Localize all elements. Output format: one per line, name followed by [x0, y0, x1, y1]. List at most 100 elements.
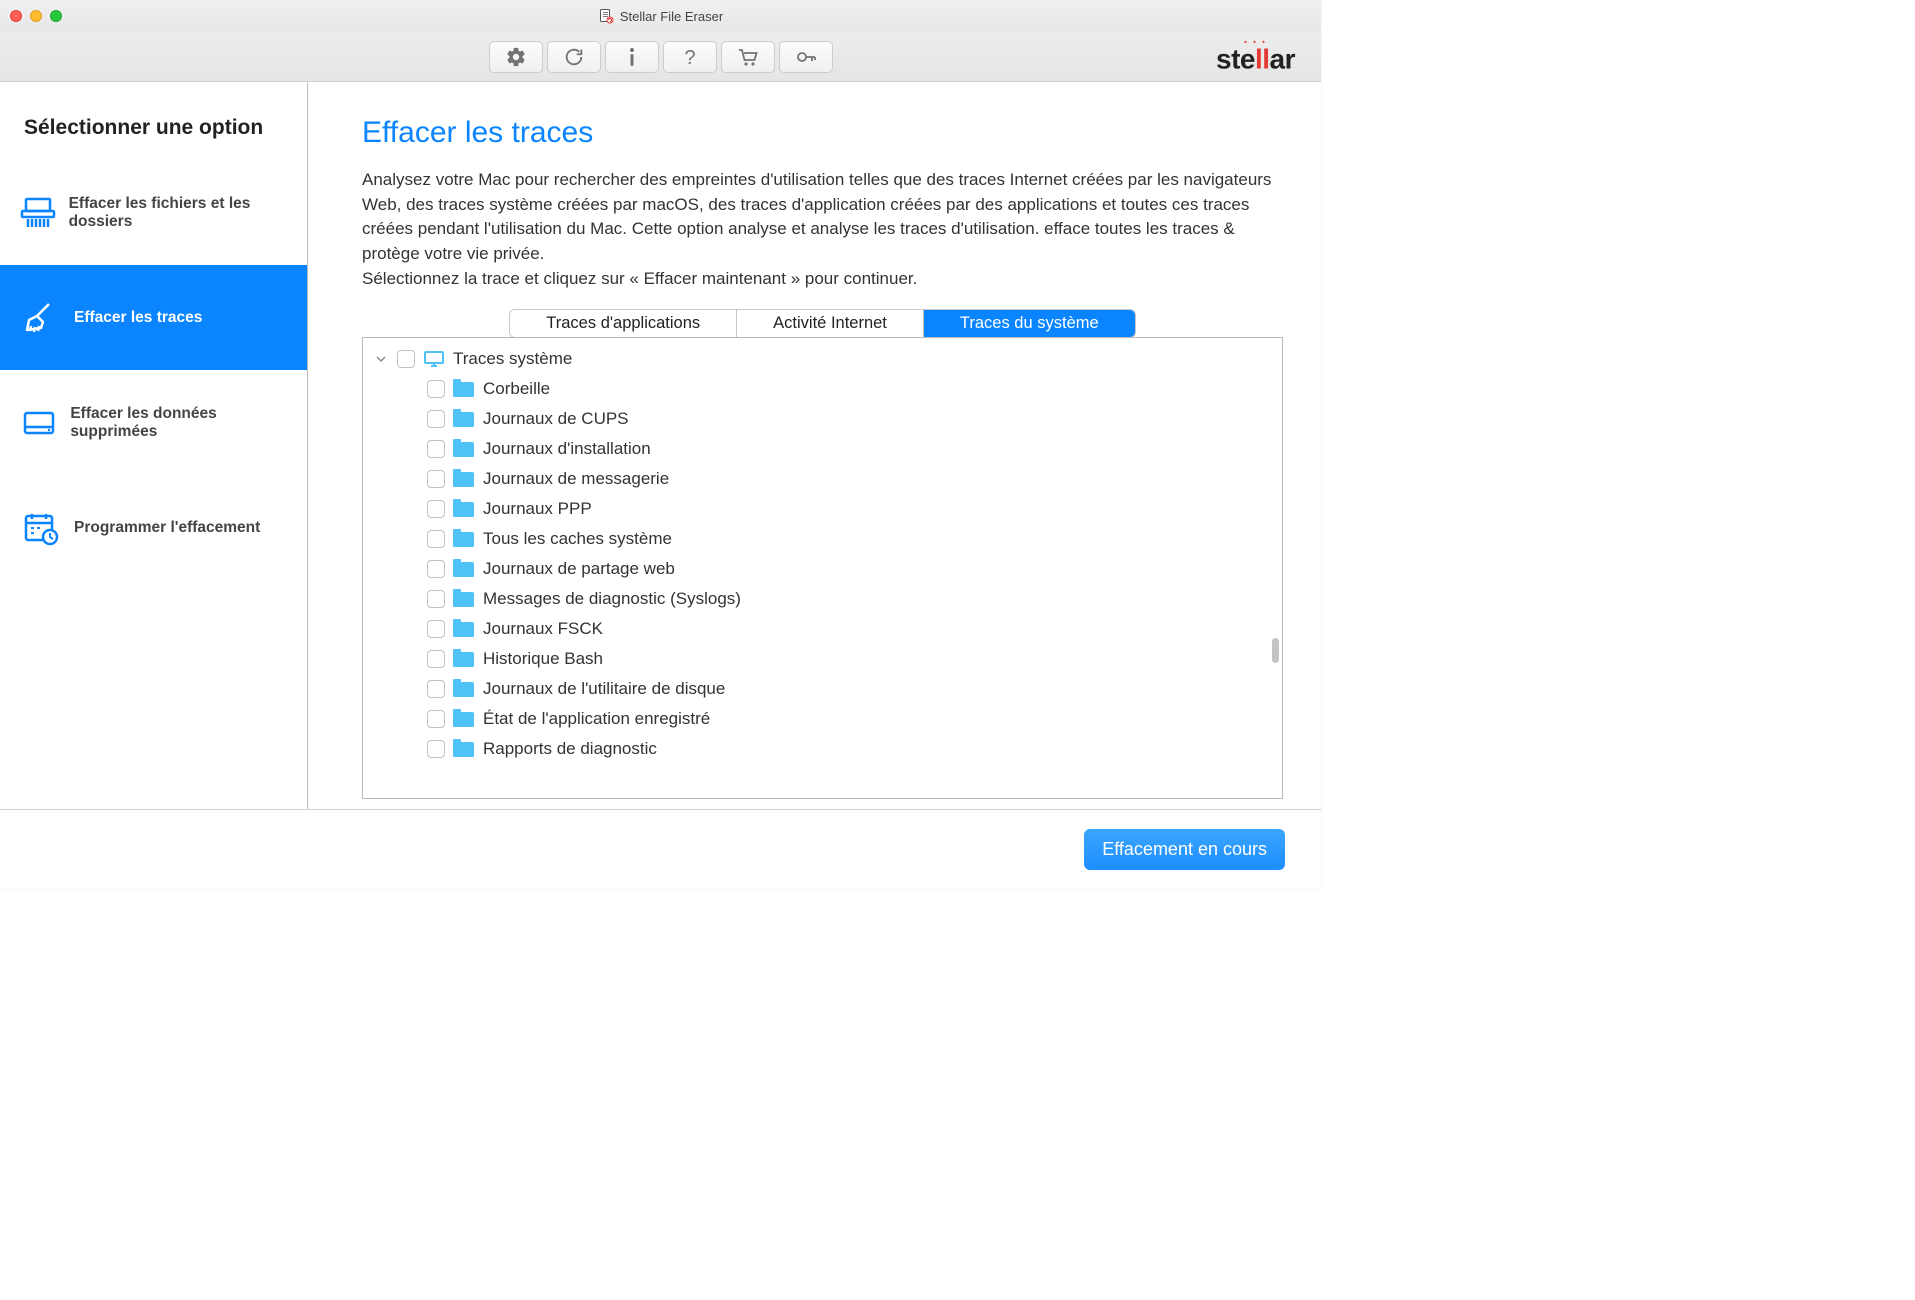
folder-icon: [453, 470, 475, 488]
checkbox[interactable]: [427, 650, 445, 668]
page-description: Analysez votre Mac pour rechercher des e…: [362, 168, 1282, 291]
tree-root-row[interactable]: Traces système: [363, 344, 1282, 374]
refresh-icon: [563, 46, 585, 68]
folder-icon: [453, 410, 475, 428]
sidebar-item-label: Effacer les données supprimées: [70, 405, 289, 441]
folder-icon: [453, 560, 475, 578]
tree-item-label: Journaux PPP: [483, 499, 592, 519]
footer: Effacement en cours: [0, 809, 1321, 889]
checkbox[interactable]: [427, 530, 445, 548]
folder-icon: [453, 620, 475, 638]
tree-item-label: Historique Bash: [483, 649, 603, 669]
key-icon: [794, 46, 818, 68]
sidebar: Sélectionner une option Effacer les fich…: [0, 82, 308, 809]
tree-item-label: Journaux d'installation: [483, 439, 651, 459]
folder-icon: [453, 650, 475, 668]
cart-button[interactable]: [721, 41, 775, 73]
page-title: Effacer les traces: [362, 116, 1283, 150]
checkbox[interactable]: [427, 440, 445, 458]
window-title-text: Stellar File Eraser: [620, 9, 723, 24]
tree-item[interactable]: Journaux de CUPS: [363, 404, 1282, 434]
tree-item[interactable]: Tous les caches système: [363, 524, 1282, 554]
tree-item[interactable]: Journaux de partage web: [363, 554, 1282, 584]
shredder-icon: [18, 195, 59, 231]
sidebar-item-label: Effacer les traces: [74, 309, 202, 327]
tabs: Traces d'applications Activité Internet …: [362, 309, 1283, 338]
tab-internet-activity[interactable]: Activité Internet: [737, 310, 924, 337]
tree-item[interactable]: Journaux d'installation: [363, 434, 1282, 464]
tree-item-label: Journaux de partage web: [483, 559, 675, 579]
activation-button[interactable]: [779, 41, 833, 73]
sidebar-item-label: Effacer les fichiers et les dossiers: [69, 195, 289, 231]
tree-item-label: Rapports de diagnostic: [483, 739, 657, 759]
checkbox[interactable]: [427, 680, 445, 698]
checkbox[interactable]: [427, 500, 445, 518]
tree-item[interactable]: Journaux PPP: [363, 494, 1282, 524]
tree-item-label: Corbeille: [483, 379, 550, 399]
tree-item-label: Journaux de l'utilitaire de disque: [483, 679, 725, 699]
erase-now-button[interactable]: Effacement en cours: [1084, 829, 1285, 870]
checkbox[interactable]: [427, 560, 445, 578]
tree-item[interactable]: Corbeille: [363, 374, 1282, 404]
tree-item[interactable]: Journaux de l'utilitaire de disque: [363, 674, 1282, 704]
scrollbar-thumb[interactable]: [1272, 638, 1279, 663]
tree-item[interactable]: Historique Bash: [363, 644, 1282, 674]
tree-item[interactable]: État de l'application enregistré: [363, 704, 1282, 734]
checkbox[interactable]: [397, 350, 415, 368]
folder-icon: [453, 680, 475, 698]
tree-item[interactable]: Journaux de messagerie: [363, 464, 1282, 494]
info-button[interactable]: [605, 41, 659, 73]
folder-icon: [453, 740, 475, 758]
tree-item-label: Journaux de messagerie: [483, 469, 669, 489]
svg-text:?: ?: [684, 47, 695, 68]
folder-icon: [453, 590, 475, 608]
folder-icon: [453, 710, 475, 728]
refresh-button[interactable]: [547, 41, 601, 73]
page-desc-line2: Sélectionnez la trace et cliquez sur « E…: [362, 269, 917, 288]
sidebar-item-erase-deleted[interactable]: Effacer les données supprimées: [0, 370, 307, 475]
calendar-clock-icon: [18, 510, 64, 546]
tree-item-label: État de l'application enregistré: [483, 709, 710, 729]
checkbox[interactable]: [427, 380, 445, 398]
monitor-icon: [423, 350, 445, 368]
folder-icon: [453, 380, 475, 398]
tree-root-label: Traces système: [453, 349, 572, 369]
folder-icon: [453, 530, 475, 548]
tab-application-traces[interactable]: Traces d'applications: [510, 310, 737, 337]
title-bar: Stellar File Eraser: [0, 0, 1321, 32]
tab-system-traces[interactable]: Traces du système: [924, 310, 1135, 337]
tree-item[interactable]: Rapports de diagnostic: [363, 734, 1282, 764]
app-doc-icon: [598, 8, 614, 24]
toolbar: ? • • • stellar: [0, 32, 1321, 82]
folder-icon: [453, 500, 475, 518]
broom-icon: [18, 300, 64, 336]
checkbox[interactable]: [427, 710, 445, 728]
app-window: Stellar File Eraser ? • • • stellar Séle…: [0, 0, 1321, 889]
sidebar-item-schedule[interactable]: Programmer l'effacement: [0, 475, 307, 580]
checkbox[interactable]: [427, 590, 445, 608]
traces-tree[interactable]: Traces système Corbeille Journaux de CUPS…: [362, 337, 1283, 799]
tree-item[interactable]: Journaux FSCK: [363, 614, 1282, 644]
main-content: Effacer les traces Analysez votre Mac po…: [308, 82, 1321, 809]
gear-icon: [505, 46, 527, 68]
checkbox[interactable]: [427, 470, 445, 488]
page-desc-line1: Analysez votre Mac pour rechercher des e…: [362, 170, 1271, 263]
sidebar-item-erase-files[interactable]: Effacer les fichiers et les dossiers: [0, 160, 307, 265]
tree-item-label: Journaux FSCK: [483, 619, 603, 639]
tree-item[interactable]: Messages de diagnostic (Syslogs): [363, 584, 1282, 614]
checkbox[interactable]: [427, 620, 445, 638]
window-title: Stellar File Eraser: [0, 8, 1321, 24]
cart-icon: [736, 46, 760, 68]
help-button[interactable]: ?: [663, 41, 717, 73]
sidebar-title: Sélectionner une option: [0, 116, 307, 160]
checkbox[interactable]: [427, 740, 445, 758]
folder-icon: [453, 440, 475, 458]
chevron-down-icon[interactable]: [373, 354, 389, 364]
drive-icon: [18, 405, 60, 441]
checkbox[interactable]: [427, 410, 445, 428]
tree-item-label: Tous les caches système: [483, 529, 672, 549]
question-icon: ?: [681, 46, 699, 68]
sidebar-item-erase-traces[interactable]: Effacer les traces: [0, 265, 307, 370]
settings-button[interactable]: [489, 41, 543, 73]
sidebar-item-label: Programmer l'effacement: [74, 519, 260, 537]
